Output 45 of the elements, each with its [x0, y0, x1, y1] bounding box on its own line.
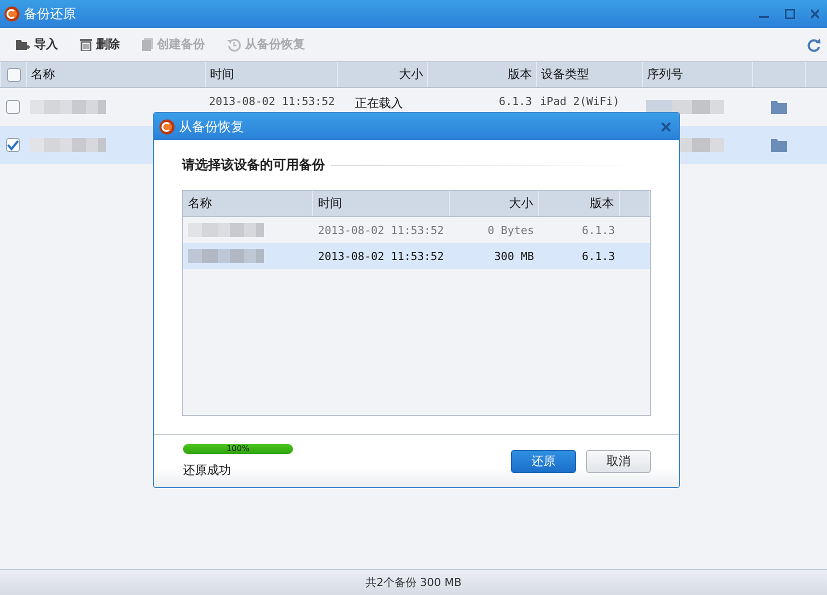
table-cell: 6.1.3 — [498, 95, 532, 108]
maximize-icon[interactable] — [785, 9, 795, 19]
history-icon — [227, 38, 241, 52]
column-header[interactable]: 大小 — [450, 191, 539, 216]
trash-icon — [80, 38, 92, 51]
dialog-button[interactable]: 取消 — [586, 450, 651, 472]
column-header[interactable]: 设备类型 — [536, 62, 642, 87]
table-cell: 正在载入 — [355, 95, 403, 112]
column-header[interactable]: 时间 — [313, 191, 450, 216]
folder-icon[interactable] — [770, 138, 786, 152]
app-logo-icon — [4, 6, 20, 22]
table-cell: 6.1.3 — [582, 224, 615, 236]
column-header[interactable]: 时间 — [205, 62, 337, 87]
column-header[interactable]: 版本 — [427, 62, 536, 87]
status-text: 共2个备份 300 MB — [365, 575, 462, 590]
close-icon[interactable] — [811, 9, 819, 19]
column-header[interactable]: 名称 — [183, 191, 313, 216]
column-header[interactable]: 序列号 — [642, 62, 752, 87]
table-cell: 0 Bytes — [488, 224, 534, 236]
table-cell: 2013-08-02 11:53:52 — [318, 250, 444, 262]
folder-plus-icon — [16, 38, 30, 50]
status-message: 还原成功 — [183, 462, 232, 478]
folder-icon[interactable] — [770, 100, 786, 114]
refresh-icon[interactable] — [807, 38, 821, 52]
table-cell: 300 MB — [494, 250, 534, 262]
toolbar-button[interactable]: 删除 — [76, 34, 124, 55]
column-header[interactable]: 大小 — [337, 62, 427, 87]
table-cell: 2013-08-02 11:53:52 — [318, 224, 444, 236]
section-heading: 请选择该设备的可用备份 — [182, 156, 325, 174]
close-icon[interactable] — [661, 122, 671, 132]
documents-icon — [142, 38, 153, 51]
select-all-checkbox[interactable] — [6, 68, 20, 82]
table-cell: iPad 2(WiFi) — [540, 95, 620, 108]
row-checkbox[interactable] — [6, 138, 20, 152]
window-title: 备份还原 — [24, 6, 76, 23]
row-checkbox[interactable] — [6, 100, 20, 114]
list-row[interactable]: 2013-08-02 11:53:52 300 MB 6.1.3 — [183, 243, 650, 269]
dialog-button[interactable]: 还原 — [511, 450, 576, 472]
toolbar-button[interactable]: 导入 — [12, 34, 62, 55]
column-header[interactable]: 名称 — [26, 62, 205, 87]
table-cell: 2013-08-02 11:53:52 — [209, 95, 335, 108]
table-cell: 6.1.3 — [582, 250, 615, 262]
app-logo-icon — [159, 118, 175, 134]
column-header[interactable]: 版本 — [539, 191, 620, 216]
progress-label: 100% — [226, 444, 250, 454]
